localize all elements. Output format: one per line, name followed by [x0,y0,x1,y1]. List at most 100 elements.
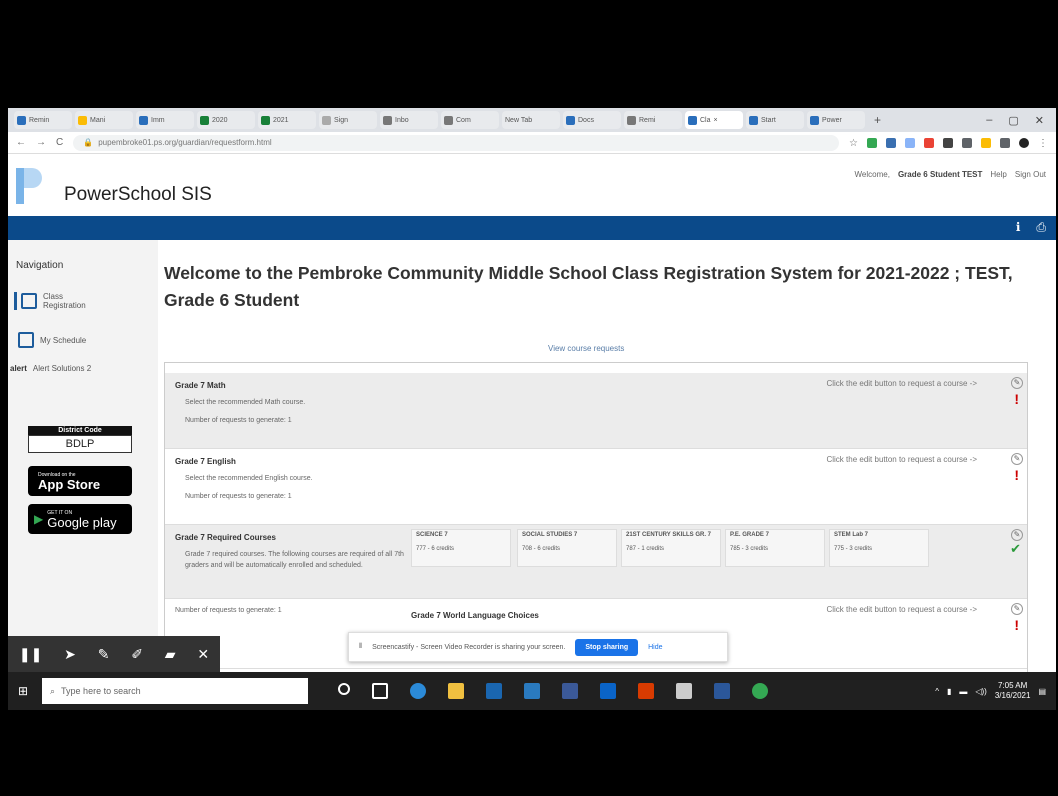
print-icon[interactable]: ⎙ [1036,220,1046,235]
powerschool-app-icon[interactable] [486,683,502,699]
hide-button[interactable]: Hide [648,644,662,651]
back-icon[interactable]: ← [16,137,26,148]
taskbar-search[interactable]: ⌕ Type here to search [42,678,308,704]
cursor-icon[interactable]: ➤ [64,646,76,663]
pen-icon[interactable]: ✎ [98,646,110,663]
browser-tab[interactable]: Remi [624,111,682,129]
browser-tab[interactable]: Imm [136,111,194,129]
app-icon[interactable] [524,683,540,699]
close-icon[interactable]: ✕ [1035,114,1044,127]
user-name: Grade 6 Student TEST [897,170,983,179]
required-icon: ! [1014,391,1019,407]
browser-tab[interactable]: Sign [319,111,377,129]
alert-icon: alert [10,364,27,373]
row-title: Grade 7 Required Courses [175,533,276,542]
extension-icon[interactable] [924,137,934,148]
recorder-toolbar: ❚❚ ➤ ✎ ✐ ▰ ✕ [8,636,220,672]
browser-tab[interactable]: Com [441,111,499,129]
word-icon[interactable] [714,683,730,699]
sidebar-item-class-registration[interactable]: Class Registration [14,292,103,310]
check-icon: ✔ [1010,541,1021,556]
chrome-icon[interactable] [752,683,768,699]
taskbar-apps [338,683,768,699]
extension-icon[interactable] [867,137,877,148]
facebook-icon[interactable] [562,683,578,699]
cortana-icon[interactable] [338,683,350,695]
edit-button[interactable]: ✎ [1011,377,1023,389]
extension-icon[interactable] [905,137,915,148]
office-icon[interactable] [638,683,654,699]
notifications-icon[interactable]: ▤ [1038,687,1046,696]
menu-icon[interactable]: ⋮ [1038,138,1048,149]
windows-start-icon[interactable]: ⊞ [8,684,38,698]
outlook-icon[interactable] [600,683,616,699]
edit-button[interactable]: ✎ [1011,529,1023,541]
pause-icon[interactable]: ❚❚ [19,646,42,663]
forward-icon[interactable]: → [36,137,46,148]
row-title: Grade 7 English [175,457,236,466]
info-icon[interactable]: ℹ [1016,220,1021,235]
row-desc: Select the recommended English course. [185,475,313,482]
tab-favicon [200,115,209,125]
reload-icon[interactable]: C [56,137,63,148]
tab-favicon [627,115,636,125]
sidebar-item-alert-solutions[interactable]: alert Alert Solutions 2 [10,364,103,373]
browser-tab[interactable]: 2021 [258,111,316,129]
browser-tab[interactable]: Power [807,111,865,129]
edit-button[interactable]: ✎ [1011,453,1023,465]
extension-icon[interactable] [962,137,972,148]
search-icon: ⌕ [50,685,56,696]
view-requests-link[interactable]: View course requests [548,344,624,353]
course-card: STEM Lab 7 775 - 3 credits [829,529,929,567]
browser-tab-active[interactable]: Cla × [685,111,743,129]
extension-icon[interactable] [943,137,953,148]
stop-sharing-button[interactable]: Stop sharing [575,638,639,656]
address-bar: ← → C 🔒 pupembroke01.ps.org/guardian/requ… [8,132,1056,154]
browser-tab[interactable]: Remin [14,111,72,129]
network-icon[interactable]: ▬ [959,687,967,696]
eraser-icon[interactable]: ▰ [165,646,176,663]
help-link[interactable]: Help [990,170,1006,179]
sign-out-link[interactable]: Sign Out [1015,170,1046,179]
edit-button[interactable]: ✎ [1011,603,1023,615]
tray-arrow-icon[interactable]: ^ [935,687,939,696]
sidebar-item-my-schedule[interactable]: My Schedule [18,332,86,348]
task-view-icon[interactable] [372,683,388,699]
extension-icons: ☆ ⋮ [849,137,1048,149]
extension-icon[interactable] [981,137,991,148]
lock-icon: 🔒 [83,138,94,147]
row-title: Grade 7 World Language Choices [411,611,539,620]
taskbar-clock[interactable]: 7:05 AM 3/16/2021 [995,681,1031,701]
district-code: District Code BDLP [28,426,132,453]
edit-hint: Click the edit button to request a cours… [826,379,977,388]
google-play-badge[interactable]: ▶ GET IT ON Google play [28,504,132,534]
extension-icon[interactable] [886,137,896,148]
required-icon: ! [1014,617,1019,633]
file-explorer-icon[interactable] [448,683,464,699]
edit-hint: Click the edit button to request a cours… [826,605,977,614]
browser-tab[interactable]: New Tab [502,111,560,129]
profile-avatar[interactable] [1019,137,1029,148]
browser-tab[interactable]: Docs [563,111,621,129]
minimize-icon[interactable]: – [986,114,992,127]
new-tab-button[interactable]: + [868,113,887,127]
row-count: Number of requests to generate: 1 [175,607,282,614]
app-store-badge[interactable]: Download on the App Store [28,466,132,496]
edge-icon[interactable] [410,683,426,699]
star-icon[interactable]: ☆ [849,138,858,149]
browser-tab[interactable]: Start [746,111,804,129]
highlighter-icon[interactable]: ✐ [131,646,143,663]
screen-share-notification: ⦀ Screencastify - Screen Video Recorder … [348,632,728,662]
puzzle-icon[interactable] [1000,137,1010,148]
browser-tab[interactable]: Inbo [380,111,438,129]
row-title: Grade 7 Math [175,381,226,390]
url-field[interactable]: 🔒 pupembroke01.ps.org/guardian/requestfor… [73,134,840,151]
maximize-icon[interactable]: ▢ [1008,114,1018,127]
browser-tab[interactable]: 2020 [197,111,255,129]
close-icon[interactable]: ✕ [197,646,209,663]
browser-tab[interactable]: Mani [75,111,133,129]
tab-close-icon[interactable]: × [714,117,718,124]
calculator-icon[interactable] [676,683,692,699]
battery-icon[interactable]: ▮ [947,687,951,696]
volume-icon[interactable]: ◁)) [975,687,986,696]
